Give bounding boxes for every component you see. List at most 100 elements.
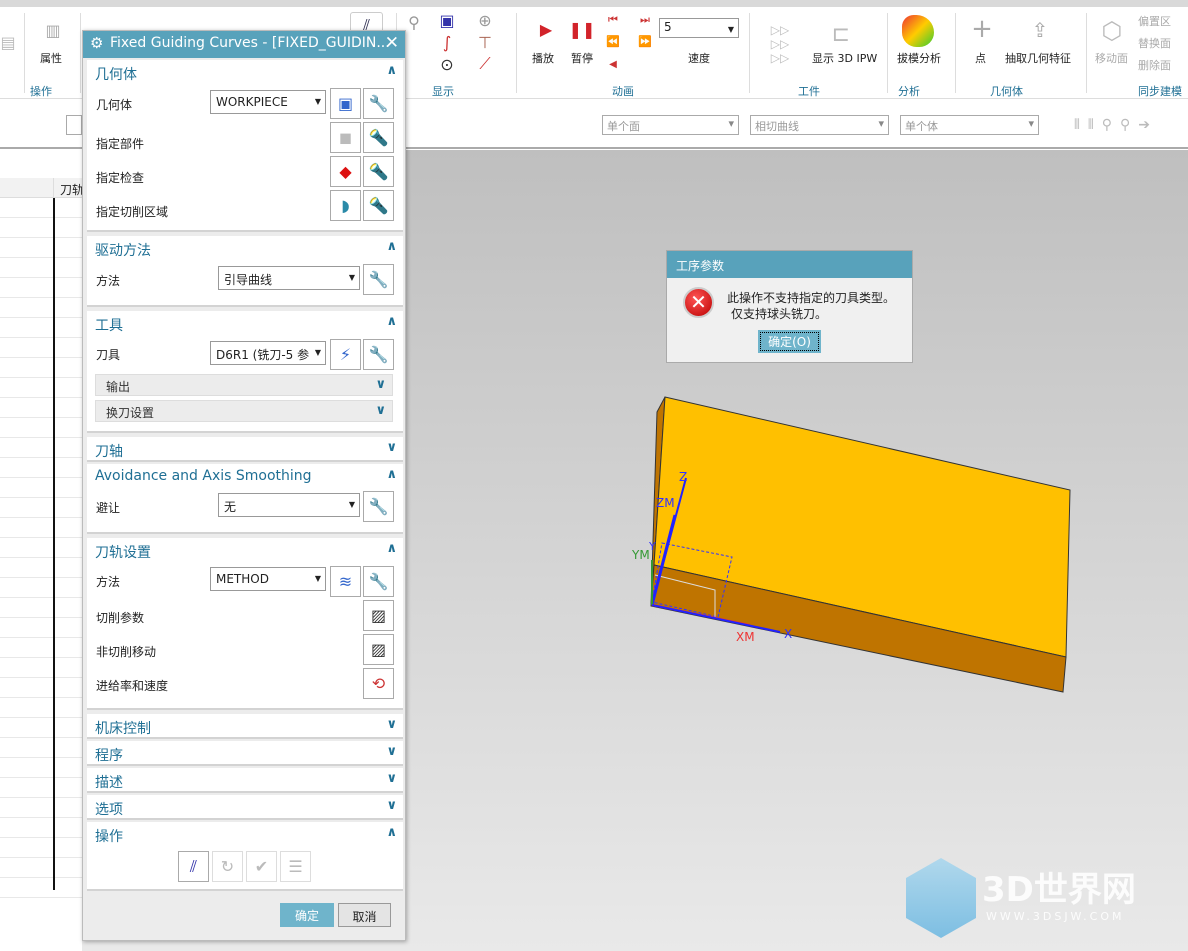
navigator-row[interactable] bbox=[0, 498, 82, 518]
edit-tool-icon[interactable]: 🔧 bbox=[363, 339, 394, 370]
dialog-title-bar[interactable]: ⚙ Fixed Guiding Curves - [FIXED_GUIDIN..… bbox=[83, 31, 405, 58]
show-ipw-button[interactable]: 显示 3D IPW bbox=[812, 50, 877, 66]
section-machine-control[interactable]: 机床控制 ∨ bbox=[87, 714, 403, 739]
ok-button[interactable]: 确定 bbox=[280, 903, 334, 927]
new-geometry-icon[interactable]: ▣ bbox=[330, 88, 361, 119]
face-filter-dropdown[interactable]: 单个面 bbox=[602, 115, 739, 135]
section-header[interactable]: Avoidance and Axis Smoothing bbox=[95, 468, 312, 484]
point-button[interactable]: 点 bbox=[975, 50, 986, 66]
navigator-row[interactable] bbox=[0, 858, 82, 878]
section-header[interactable]: 程序 bbox=[95, 745, 123, 765]
chevron-down-icon[interactable]: ∨ bbox=[386, 717, 397, 732]
chevron-down-icon[interactable]: ∨ bbox=[375, 377, 386, 392]
section-header[interactable]: 选项 bbox=[95, 799, 123, 819]
navigator-row[interactable] bbox=[0, 878, 82, 898]
curve-filter-dropdown[interactable]: 相切曲线 bbox=[750, 115, 889, 135]
to-start-icon[interactable]: ⏪ bbox=[606, 34, 620, 48]
extract-geometry-button[interactable]: 抽取几何特征 bbox=[1005, 50, 1071, 66]
geometry-dropdown[interactable]: WORKPIECE bbox=[210, 90, 326, 114]
drive-method-dropdown[interactable]: 引导曲线 bbox=[218, 266, 360, 290]
play-icon[interactable]: ▶ bbox=[536, 19, 556, 39]
properties-button[interactable]: 属性 bbox=[40, 50, 62, 66]
edit-wrench-disabled-icon[interactable]: 🔧 bbox=[363, 566, 394, 597]
display-point-icon[interactable]: ⊕ bbox=[476, 11, 494, 30]
gear-icon[interactable]: ⚙ bbox=[90, 34, 103, 52]
navigator-row[interactable] bbox=[0, 398, 82, 418]
step-back-icon[interactable]: ⏮ bbox=[606, 13, 620, 27]
check-select-icon[interactable]: ◆ bbox=[330, 156, 361, 187]
navigator-row[interactable] bbox=[0, 378, 82, 398]
new-method-icon[interactable]: ≋ bbox=[330, 566, 361, 597]
chevron-down-icon[interactable]: ∨ bbox=[386, 771, 397, 786]
chevron-down-icon[interactable]: ∨ bbox=[386, 440, 397, 455]
section-header[interactable]: 几何体 bbox=[95, 64, 137, 84]
feeds-speeds-icon[interactable]: ⟲ bbox=[363, 668, 394, 699]
navigator-row[interactable] bbox=[0, 598, 82, 618]
column-divider[interactable] bbox=[53, 198, 55, 890]
draft-analysis-icon[interactable] bbox=[902, 15, 934, 47]
navigator-row[interactable] bbox=[0, 518, 82, 538]
extract-geometry-icon[interactable]: ⇪ bbox=[1025, 15, 1055, 45]
properties-icon[interactable]: ▥ bbox=[38, 15, 68, 45]
section-tool-axis[interactable]: 刀轴 ∨ bbox=[87, 437, 403, 462]
non-cutting-moves-icon[interactable]: ▨ bbox=[363, 634, 394, 665]
cancel-button[interactable]: 取消 bbox=[338, 903, 391, 927]
move-face-icon[interactable]: ⬡ bbox=[1096, 15, 1128, 47]
navigator-row[interactable] bbox=[0, 538, 82, 558]
section-program[interactable]: 程序 ∨ bbox=[87, 741, 403, 766]
message-ok-button[interactable]: 确定(O) bbox=[758, 330, 821, 353]
navigator-row[interactable] bbox=[0, 698, 82, 718]
section-header[interactable]: 驱动方法 bbox=[95, 240, 151, 260]
move-face-button[interactable]: 移动面 bbox=[1095, 50, 1128, 66]
chevron-down-icon[interactable]: ∨ bbox=[386, 798, 397, 813]
chevron-up-icon[interactable]: ∧ bbox=[386, 239, 397, 254]
generate-toolpath-icon[interactable]: ⫽ bbox=[178, 851, 209, 882]
verify-icon[interactable]: ✔ bbox=[246, 851, 277, 882]
replay-icon[interactable]: ↻ bbox=[212, 851, 243, 882]
avoidance-dropdown[interactable]: 无 bbox=[218, 493, 360, 517]
column-header-toolpath[interactable]: 刀轨 bbox=[60, 181, 82, 198]
navigator-row[interactable] bbox=[0, 238, 82, 258]
cut-area-select-icon[interactable]: ◗ bbox=[330, 190, 361, 221]
body-filter-dropdown[interactable]: 单个体 bbox=[900, 115, 1039, 135]
step-forward-icon[interactable]: ⏭ bbox=[638, 13, 652, 27]
navigator-row[interactable] bbox=[0, 298, 82, 318]
navigator-row[interactable] bbox=[0, 578, 82, 598]
section-description[interactable]: 描述 ∨ bbox=[87, 768, 403, 793]
navigator-row[interactable] bbox=[0, 558, 82, 578]
navigator-row[interactable] bbox=[0, 338, 82, 358]
display-tool-icon[interactable]: ⚲ bbox=[404, 12, 424, 32]
navigator-row[interactable] bbox=[0, 258, 82, 278]
close-icon[interactable]: ✕ bbox=[385, 33, 399, 53]
replace-face-button[interactable]: 替换面 bbox=[1138, 35, 1171, 51]
path-method-dropdown[interactable]: METHOD bbox=[210, 567, 326, 591]
holder-icon[interactable]: ⊤ bbox=[476, 33, 494, 52]
navigator-row[interactable] bbox=[0, 478, 82, 498]
navigator-row[interactable] bbox=[0, 278, 82, 298]
pause-button[interactable]: 暂停 bbox=[571, 50, 593, 66]
speed-dropdown[interactable]: 5 bbox=[659, 18, 739, 38]
pause-icon[interactable]: ❚❚ bbox=[569, 19, 596, 39]
line-icon[interactable]: ⟋ bbox=[476, 54, 494, 73]
navigator-row[interactable] bbox=[0, 198, 82, 218]
navigator-row[interactable] bbox=[0, 418, 82, 438]
subsection-tool-change[interactable]: 换刀设置 ∨ bbox=[95, 400, 393, 422]
curve-icon[interactable]: ∫ bbox=[438, 33, 456, 52]
reverse-icon[interactable]: ◀ bbox=[606, 57, 620, 71]
section-header[interactable]: 工具 bbox=[95, 315, 123, 335]
offset-region-button[interactable]: 偏置区 bbox=[1138, 13, 1171, 29]
chevron-down-icon[interactable]: ∨ bbox=[386, 744, 397, 759]
tool-icon[interactable]: ▤ bbox=[0, 27, 16, 57]
list-icon[interactable]: ☰ bbox=[280, 851, 311, 882]
snap-icons[interactable]: ⫴⫴⚲⚲➔ bbox=[1046, 114, 1186, 136]
navigator-row[interactable] bbox=[0, 438, 82, 458]
flashlight-icon[interactable]: 🔦 bbox=[363, 122, 394, 153]
chevron-down-icon[interactable]: ∨ bbox=[375, 403, 386, 418]
navigator-row[interactable] bbox=[0, 658, 82, 678]
navigator-row[interactable] bbox=[0, 798, 82, 818]
flashlight-disabled-icon[interactable]: 🔦 bbox=[363, 156, 394, 187]
tool-dropdown[interactable]: D6R1 (铣刀-5 参 bbox=[210, 341, 326, 365]
new-tool-icon[interactable]: ⚡ bbox=[330, 339, 361, 370]
navigator-row[interactable] bbox=[0, 358, 82, 378]
flashlight-icon[interactable]: 🔦 bbox=[363, 190, 394, 221]
